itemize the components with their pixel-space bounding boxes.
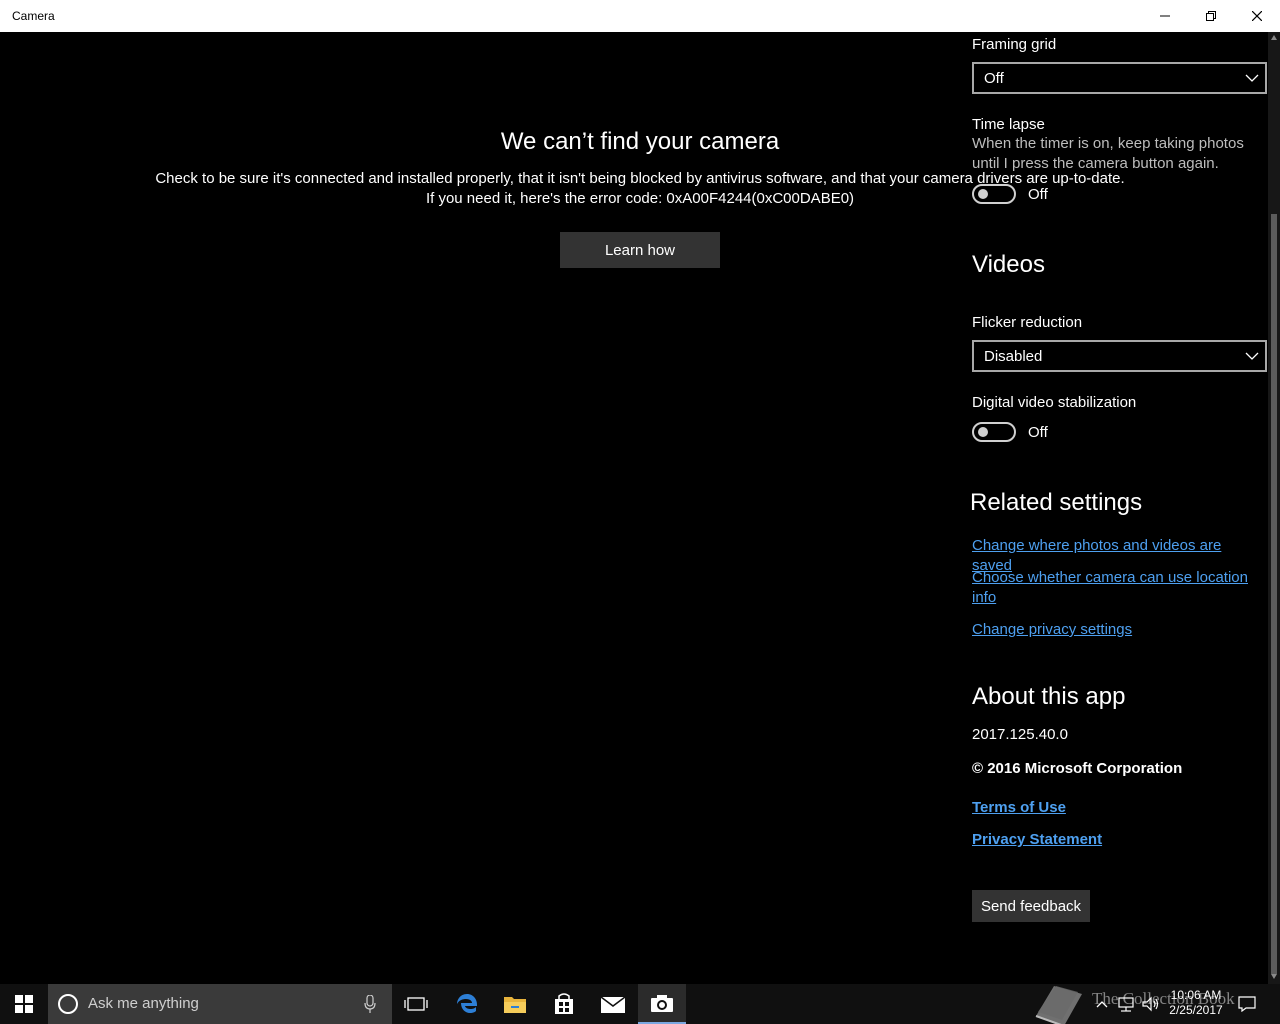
privacy-statement-link[interactable]: Privacy Statement <box>972 830 1262 850</box>
taskbar: Ask me anything The Collection Book 10:0… <box>0 984 1280 1024</box>
task-view-button[interactable] <box>392 984 440 1024</box>
task-view-icon <box>404 997 428 1011</box>
flicker-reduction-label: Flicker reduction <box>972 314 1083 331</box>
videos-heading: Videos <box>972 251 1045 278</box>
stabilization-label: Digital video stabilization <box>972 394 1137 411</box>
window-title: Camera <box>12 9 55 23</box>
time-lapse-label: Time lapse <box>972 116 1045 133</box>
store-icon <box>555 993 573 1014</box>
about-heading: About this app <box>972 683 1126 710</box>
action-center-button[interactable] <box>1234 984 1260 1024</box>
clock-time: 10:06 AM <box>1170 988 1222 1002</box>
time-lapse-state: Off <box>1028 186 1048 203</box>
toggle-knob <box>978 427 988 437</box>
time-lapse-toggle[interactable] <box>972 184 1016 204</box>
network-icon <box>1118 997 1134 1012</box>
start-button[interactable] <box>0 984 48 1024</box>
send-feedback-button[interactable]: Send feedback <box>972 890 1090 922</box>
flicker-reduction-dropdown[interactable]: Disabled <box>972 340 1267 372</box>
cortana-icon <box>58 994 78 1014</box>
link-privacy-settings[interactable]: Change privacy settings <box>972 620 1262 640</box>
search-input[interactable]: Ask me anything <box>88 995 199 1012</box>
volume-icon <box>1142 996 1159 1012</box>
minimize-icon <box>1160 15 1170 17</box>
related-settings-heading: Related settings <box>970 489 1143 516</box>
windows-start-icon <box>15 995 33 1013</box>
mail-icon <box>600 996 626 1013</box>
minimize-button[interactable] <box>1142 0 1188 32</box>
scroll-up-icon[interactable] <box>1270 34 1278 42</box>
close-icon <box>1252 11 1262 21</box>
toggle-knob <box>978 189 988 199</box>
chevron-down-icon <box>1245 352 1259 360</box>
app-version: 2017.125.40.0 <box>972 726 1068 743</box>
scrollbar[interactable] <box>1268 32 1280 984</box>
close-button[interactable] <box>1234 0 1280 32</box>
camera-taskbar-button[interactable] <box>638 984 686 1024</box>
edge-button[interactable] <box>443 984 491 1024</box>
framing-grid-value: Off <box>984 70 1004 87</box>
restore-button[interactable] <box>1188 0 1234 32</box>
mail-button[interactable] <box>589 984 637 1024</box>
framing-grid-label: Framing grid <box>972 36 1057 53</box>
clock-date: 2/25/2017 <box>1169 1003 1223 1017</box>
store-button[interactable] <box>540 984 588 1024</box>
search-box[interactable]: Ask me anything <box>48 984 392 1024</box>
scroll-down-icon[interactable] <box>1270 972 1278 980</box>
link-location-info[interactable]: Choose whether camera can use location i… <box>972 568 1257 608</box>
file-explorer-button[interactable] <box>491 984 539 1024</box>
stabilization-toggle[interactable] <box>972 422 1016 442</box>
book-logo-icon <box>1035 986 1082 1024</box>
settings-pane: Framing grid Off Time lapse When the tim… <box>960 32 1270 984</box>
time-lapse-description: When the timer is on, keep taking photos… <box>972 135 1244 172</box>
learn-how-button[interactable]: Learn how <box>560 232 720 268</box>
network-button[interactable] <box>1114 984 1138 1024</box>
show-hidden-icons-button[interactable] <box>1092 984 1112 1024</box>
restore-icon <box>1206 11 1216 21</box>
scroll-thumb[interactable] <box>1271 214 1277 974</box>
chevron-down-icon <box>1245 74 1259 82</box>
framing-grid-dropdown[interactable]: Off <box>972 62 1267 94</box>
camera-icon <box>651 995 673 1012</box>
stabilization-state: Off <box>1028 424 1048 441</box>
chevron-up-icon <box>1096 1001 1108 1008</box>
notification-icon <box>1238 996 1256 1012</box>
title-bar: Camera <box>0 0 1280 32</box>
taskbar-clock[interactable]: 10:06 AM 2/25/2017 <box>1160 988 1232 1018</box>
terms-of-use-link[interactable]: Terms of Use <box>972 798 1262 818</box>
microphone-icon[interactable] <box>364 995 376 1013</box>
edge-icon <box>457 994 478 1013</box>
volume-button[interactable] <box>1140 984 1162 1024</box>
file-explorer-icon <box>504 997 526 1013</box>
flicker-reduction-value: Disabled <box>984 348 1043 365</box>
copyright: © 2016 Microsoft Corporation <box>972 760 1183 777</box>
